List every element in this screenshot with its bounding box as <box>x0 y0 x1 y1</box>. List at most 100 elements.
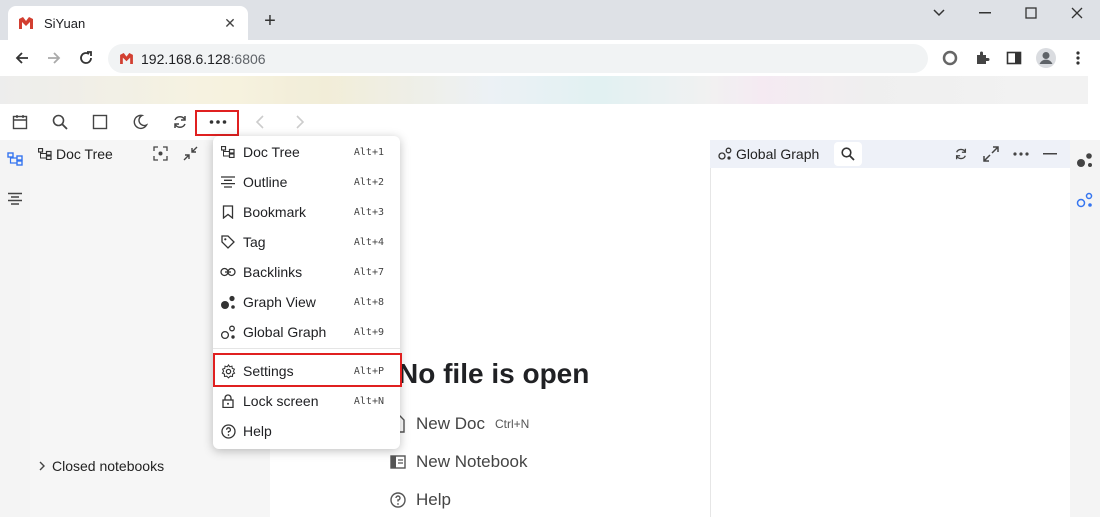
new-notebook-label: New Notebook <box>416 452 528 471</box>
lock-icon <box>219 392 237 410</box>
menu-item-label: Lock screen <box>243 393 319 409</box>
menu-item-lock-screen[interactable]: Lock screen Alt+N <box>213 387 400 415</box>
menu-item-tag[interactable]: Tag Alt+4 <box>213 228 400 256</box>
tab-search-icon[interactable] <box>916 0 962 26</box>
menu-item-global-graph[interactable]: Global Graph Alt+9 <box>213 318 400 346</box>
menu-item-doc-tree[interactable]: Doc Tree Alt+1 <box>213 138 400 166</box>
menu-item-hotkey: Alt+N <box>353 395 384 407</box>
site-icon <box>120 53 133 64</box>
focus-icon[interactable] <box>153 146 168 166</box>
menu-item-label: Doc Tree <box>243 144 300 160</box>
new-doc-label: New Doc <box>416 414 485 433</box>
menu-item-hotkey: Alt+4 <box>353 236 384 248</box>
new-doc-hotkey: Ctrl+N <box>494 417 530 431</box>
menu-item-label: Outline <box>243 174 288 190</box>
help-label: Help <box>416 490 451 509</box>
tag-icon <box>219 233 237 251</box>
address-bar[interactable]: 192.168.6.128:6806 <box>108 44 928 73</box>
siyuan-logo-icon <box>18 15 34 31</box>
menu-item-graph-view[interactable]: Graph View Alt+8 <box>213 288 400 316</box>
right-dock <box>1070 140 1100 517</box>
minimize-panel-icon[interactable] <box>1043 153 1057 155</box>
moon-icon[interactable] <box>128 110 152 134</box>
empty-editor-title: No file is open <box>398 358 590 389</box>
search-icon[interactable] <box>48 110 72 134</box>
collapse-icon[interactable] <box>183 146 198 166</box>
menu-item-label: Backlinks <box>243 264 303 280</box>
bookmarks-bar <box>0 76 1088 104</box>
more-menu-highlight <box>195 110 239 136</box>
settings-highlight <box>213 353 402 387</box>
menu-item-hotkey: Alt+3 <box>353 206 384 218</box>
outline-icon <box>219 173 237 191</box>
browser-menu-icon[interactable] <box>1066 46 1090 70</box>
global-graph-title: Global Graph <box>736 146 820 162</box>
notebook-icon <box>390 455 406 469</box>
nav-back-icon[interactable] <box>248 110 272 134</box>
menu-item-bookmark[interactable]: Bookmark Alt+3 <box>213 198 400 226</box>
graph-more-icon[interactable] <box>1013 152 1029 156</box>
minimize-button[interactable] <box>962 0 1008 26</box>
help-icon <box>390 492 406 508</box>
tab-title: SiYuan <box>44 15 86 31</box>
menu-item-hotkey: Alt+9 <box>353 326 384 338</box>
record-icon[interactable] <box>938 46 962 70</box>
side-panel-icon[interactable] <box>1002 46 1026 70</box>
global-graph-header: Global Graph <box>710 140 1070 168</box>
doc-tree-header: Doc Tree <box>38 146 113 162</box>
reload-button[interactable] <box>74 46 98 70</box>
outline-dock-icon[interactable] <box>7 192 23 211</box>
doc-tree-title: Doc Tree <box>56 146 113 162</box>
global-graph-dock-icon[interactable] <box>1076 192 1094 213</box>
closed-notebooks-label: Closed notebooks <box>52 458 165 474</box>
new-notebook-button[interactable]: New Notebook <box>390 452 528 472</box>
maximize-button[interactable] <box>1008 0 1054 26</box>
address-port: :6806 <box>230 50 266 67</box>
menu-item-hotkey: Alt+1 <box>353 146 384 158</box>
global-graph-icon <box>219 323 237 341</box>
menu-item-label: Global Graph <box>243 324 327 340</box>
menu-item-label: Bookmark <box>243 204 307 220</box>
global-graph-panel <box>710 140 1070 517</box>
graph-search-button[interactable] <box>834 142 862 166</box>
close-window-button[interactable] <box>1054 0 1100 26</box>
help-icon <box>219 422 237 440</box>
menu-item-outline[interactable]: Outline Alt+2 <box>213 168 400 196</box>
menu-item-hotkey: Alt+8 <box>353 296 384 308</box>
new-doc-button[interactable]: New Doc Ctrl+N <box>390 414 529 434</box>
calendar-icon[interactable] <box>8 110 32 134</box>
closed-notebooks-toggle[interactable]: Closed notebooks <box>38 458 164 474</box>
menu-item-label: Graph View <box>243 294 316 310</box>
app-toolbar <box>0 104 1100 140</box>
sync-icon[interactable] <box>168 110 192 134</box>
forward-button[interactable] <box>42 46 66 70</box>
browser-tab[interactable]: SiYuan ✕ <box>8 6 248 40</box>
more-dropdown-menu: Doc Tree Alt+1 Outline Alt+2 Bookmark Al… <box>213 136 400 449</box>
menu-divider <box>213 348 400 349</box>
link-icon <box>219 263 237 281</box>
address-host: 192.168.6.128 <box>141 50 231 67</box>
browser-toolbar: 192.168.6.128:6806 <box>0 40 1100 76</box>
graph-view-dock-icon[interactable] <box>1076 152 1094 173</box>
doc-tree-icon <box>38 148 52 160</box>
doc-tree-dock-icon[interactable] <box>7 152 23 171</box>
close-tab-icon[interactable]: ✕ <box>222 15 238 32</box>
menu-item-label: Help <box>243 423 272 439</box>
new-tab-button[interactable]: + <box>258 10 282 34</box>
left-dock <box>0 140 30 517</box>
chevron-right-icon <box>38 461 46 471</box>
menu-item-hotkey: Alt+7 <box>353 266 384 278</box>
profile-avatar-icon[interactable] <box>1034 46 1058 70</box>
extensions-icon[interactable] <box>970 46 994 70</box>
menu-item-backlinks[interactable]: Backlinks Alt+7 <box>213 258 400 286</box>
back-button[interactable] <box>10 46 34 70</box>
bookmark-icon <box>219 203 237 221</box>
square-icon[interactable] <box>88 110 112 134</box>
menu-item-hotkey: Alt+2 <box>353 176 384 188</box>
nav-forward-icon[interactable] <box>288 110 312 134</box>
help-link[interactable]: Help <box>390 490 451 510</box>
global-graph-icon <box>718 147 732 161</box>
refresh-icon[interactable] <box>954 147 968 161</box>
menu-item-help[interactable]: Help <box>213 417 400 445</box>
fullscreen-icon[interactable] <box>983 146 999 162</box>
